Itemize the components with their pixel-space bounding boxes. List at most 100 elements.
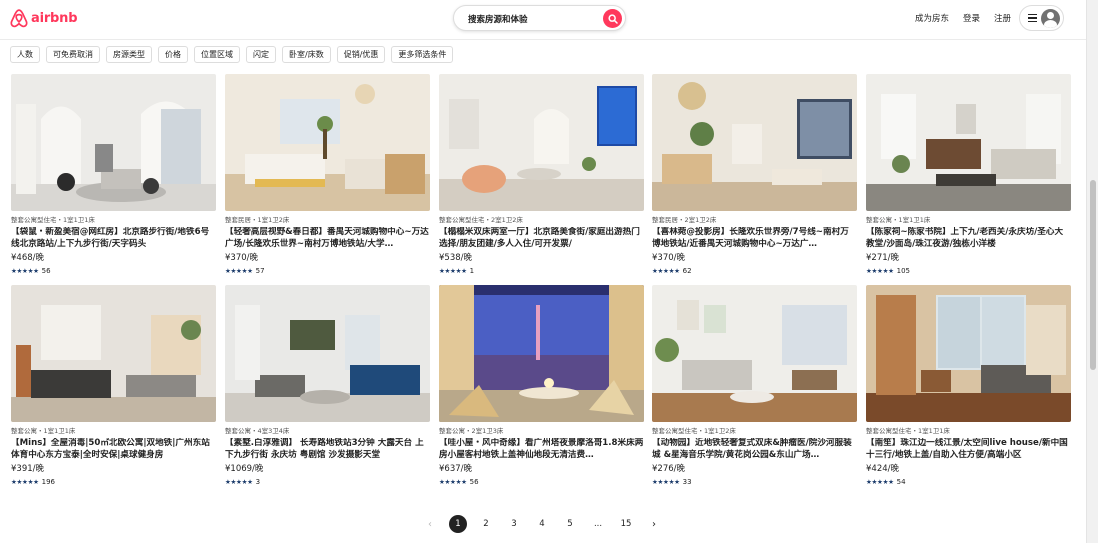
page-3-button[interactable]: 3 (502, 515, 526, 533)
listing-card[interactable]: 整套公寓型住宅・2室1卫2床 【榻榻米双床两室一厅】北京路美食街/家庭出游热门选… (439, 74, 644, 276)
review-count: 3 (255, 478, 261, 486)
listing-card[interactable]: 整套公寓・2室1卫3床 【哇小屋・风中奇缘】看广州塔夜景摩洛哥1.8米床两房小屋… (439, 285, 644, 487)
page-15-button[interactable]: 15 (614, 515, 638, 533)
listing-price: ¥370/晚 (652, 253, 685, 263)
listing-rating: ★★★★★ 56 (11, 267, 216, 276)
listing-price: ¥538/晚 (439, 253, 472, 263)
listing-type: 整套公寓型住宅・1室1卫1床 (866, 427, 950, 435)
airbnb-logo[interactable]: airbnb (10, 8, 78, 28)
listing-photo[interactable] (866, 74, 1071, 211)
listing-title[interactable]: 【袋鼠・新盈美宿@网红房】北京路步行街/地铁6号线北京路站/上下九步行街/天字码… (11, 227, 216, 250)
listing-type: 整套民居・1室1卫2床 (225, 216, 290, 224)
listing-photo[interactable] (11, 74, 216, 211)
page-4-button[interactable]: 4 (530, 515, 554, 533)
listing-photo[interactable] (866, 285, 1071, 422)
page-ellipsis: ... (593, 519, 603, 529)
listing-type: 整套公寓型住宅・2室1卫2床 (439, 216, 523, 224)
listing-title[interactable]: 【动物园】近地铁轻奢复式双床&肿瘤医/院沙河服装城 &星海音乐学院/黄花岗公园&… (652, 438, 857, 461)
listing-card[interactable]: 整套公寓・1室1卫1床 【Mins】全屋消毒|50㎡北欧公寓|双地铁|广州东站体… (11, 285, 216, 487)
review-count: 54 (896, 478, 906, 486)
filter-guests[interactable]: 人数 (10, 46, 40, 63)
star-rating-icon: ★★★★★ (652, 267, 680, 275)
scrollbar-thumb[interactable] (1090, 180, 1096, 370)
listing-rating: ★★★★★ 196 (11, 478, 216, 487)
top-navigation-bar: airbnb 搜索房源和体验 成为房东 登录 注册 (0, 0, 1086, 40)
listing-type: 整套公寓・1室1卫1床 (866, 216, 931, 224)
signup-link[interactable]: 注册 (994, 12, 1011, 24)
listing-price: ¥1069/晚 (225, 464, 264, 474)
listing-type: 整套民居・2室1卫2床 (652, 216, 717, 224)
listing-rating: ★★★★★ 56 (439, 478, 644, 487)
listing-card[interactable]: 整套民居・2室1卫2床 【喜林菀@投影房】长隆欢乐世界旁/7号线~南村万博地铁站… (652, 74, 857, 276)
filter-price[interactable]: 价格 (158, 46, 188, 63)
listing-card[interactable]: 整套公寓型住宅・1室1卫2床 【动物园】近地铁轻奢复式双床&肿瘤医/院沙河服装城… (652, 285, 857, 487)
listing-price: ¥276/晚 (652, 464, 685, 474)
listing-price: ¥424/晚 (866, 464, 899, 474)
review-count: 56 (41, 267, 51, 275)
listing-type: 整套公寓・2室1卫3床 (439, 427, 504, 435)
listing-card[interactable]: 整套公寓・1室1卫1床 【陈家祠~陈家书院】上下九/老西关/永庆坊/圣心大教堂/… (866, 74, 1071, 276)
listing-card[interactable]: 整套公寓型住宅・1室1卫1床 【南笙】珠江边一线江景/太空间live house… (866, 285, 1071, 487)
listing-price: ¥637/晚 (439, 464, 472, 474)
search-button[interactable] (603, 9, 622, 28)
listing-rating: ★★★★★ 54 (866, 478, 1071, 487)
review-count: 105 (896, 267, 911, 275)
listing-photo[interactable] (225, 74, 430, 211)
listing-rating: ★★★★★ 62 (652, 267, 857, 276)
listing-card[interactable]: 整套公寓型住宅・1室1卫1床 【袋鼠・新盈美宿@网红房】北京路步行街/地铁6号线… (11, 74, 216, 276)
listing-price: ¥271/晚 (866, 253, 899, 263)
filter-bar: 人数 可免费取消 房源类型 价格 位置区域 闪定 卧室/床数 促销/优惠 更多筛… (10, 46, 454, 63)
filter-free-cancellation[interactable]: 可免费取消 (46, 46, 100, 63)
next-page-button[interactable]: › (642, 515, 666, 533)
page-2-button[interactable]: 2 (474, 515, 498, 533)
listing-price: ¥370/晚 (225, 253, 258, 263)
listing-type: 整套公寓・4室3卫4床 (225, 427, 290, 435)
user-avatar-icon (1041, 8, 1060, 28)
listing-photo[interactable] (652, 74, 857, 211)
user-nav: 成为房东 登录 注册 (915, 5, 1064, 31)
airbnb-belo-icon (10, 9, 28, 28)
listing-title[interactable]: 【南笙】珠江边一线江景/太空间live house/新中国十三行/地铁上盖/自助… (866, 438, 1071, 461)
filter-location[interactable]: 位置区域 (194, 46, 240, 63)
filter-rooms-beds[interactable]: 卧室/床数 (282, 46, 331, 63)
search-bar[interactable]: 搜索房源和体验 (453, 5, 626, 31)
star-rating-icon: ★★★★★ (11, 267, 39, 275)
star-rating-icon: ★★★★★ (652, 478, 680, 486)
star-rating-icon: ★★★★★ (11, 478, 39, 486)
filter-promotions[interactable]: 促销/优惠 (336, 46, 386, 63)
listing-photo[interactable] (439, 74, 644, 211)
listing-card[interactable]: 整套民居・1室1卫2床 【轻奢高层视野&春日都】番禺天河城购物中心~万达广场/长… (225, 74, 430, 276)
listing-title[interactable]: 【轻奢高层视野&春日都】番禺天河城购物中心~万达广场/长隆欢乐世界~南村万博地铁… (225, 227, 430, 250)
star-rating-icon: ★★★★★ (439, 267, 467, 275)
filter-more[interactable]: 更多筛选条件 (391, 46, 454, 63)
filter-instant-book[interactable]: 闪定 (246, 46, 276, 63)
filter-property-type[interactable]: 房源类型 (106, 46, 152, 63)
brand-wordmark: airbnb (31, 10, 78, 26)
listing-photo[interactable] (11, 285, 216, 422)
login-link[interactable]: 登录 (963, 12, 980, 24)
hamburger-menu-icon (1028, 12, 1037, 24)
listing-title[interactable]: 【喜林菀@投影房】长隆欢乐世界旁/7号线~南村万博地铁站/近番禺天河城购物中心~… (652, 227, 857, 250)
become-host-link[interactable]: 成为房东 (915, 12, 949, 24)
listing-title[interactable]: 【榻榻米双床两室一厅】北京路美食街/家庭出游热门选择/朋友团建/多人入住/可开发… (439, 227, 644, 250)
listing-title[interactable]: 【Mins】全屋消毒|50㎡北欧公寓|双地铁|广州东站体育中心东方宝泰|全时安保… (11, 438, 216, 461)
pagination: ‹ 1 2 3 4 5 ... 15 › (418, 515, 666, 533)
listing-rating: ★★★★★ 3 (225, 478, 430, 487)
listing-title[interactable]: 【哇小屋・风中奇缘】看广州塔夜景摩洛哥1.8米床两房小屋客村地铁上盖神仙地段无清… (439, 438, 644, 461)
search-placeholder[interactable]: 搜索房源和体验 (468, 13, 528, 25)
listing-rating: ★★★★★ 105 (866, 267, 1071, 276)
listing-photo[interactable] (652, 285, 857, 422)
star-rating-icon: ★★★★★ (866, 478, 894, 486)
listing-title[interactable]: 【素墅.白淳雅调】 长寿路地铁站3分钟 大露天台 上下九步行街 永庆坊 粤剧馆 … (225, 438, 430, 461)
page-1-button[interactable]: 1 (449, 515, 467, 533)
profile-menu-button[interactable] (1019, 5, 1064, 31)
listing-photo[interactable] (225, 285, 430, 422)
listing-photo[interactable] (439, 285, 644, 422)
page-5-button[interactable]: 5 (558, 515, 582, 533)
review-count: 56 (469, 478, 479, 486)
star-rating-icon: ★★★★★ (225, 478, 253, 486)
prev-page-button[interactable]: ‹ (418, 515, 442, 533)
page-scrollbar[interactable] (1086, 0, 1098, 543)
listing-card[interactable]: 整套公寓・4室3卫4床 【素墅.白淳雅调】 长寿路地铁站3分钟 大露天台 上下九… (225, 285, 430, 487)
listing-title[interactable]: 【陈家祠~陈家书院】上下九/老西关/永庆坊/圣心大教堂/沙面岛/珠江夜游/独栋小… (866, 227, 1071, 250)
